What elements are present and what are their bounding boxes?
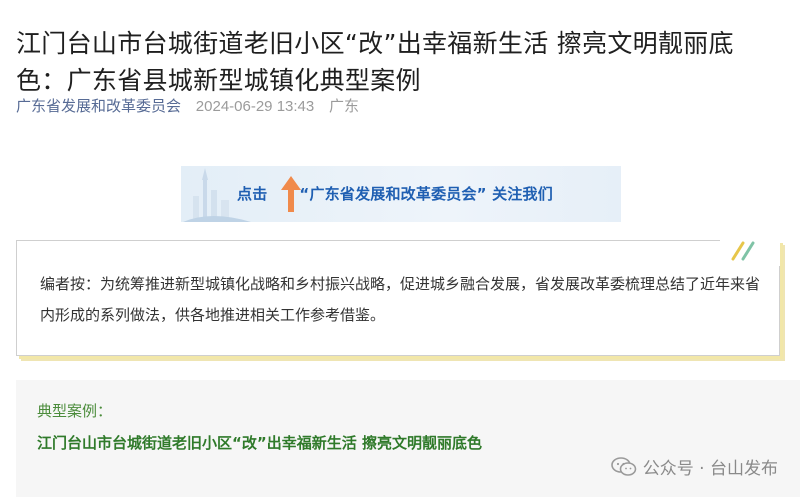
article-meta: 广东省发展和改革委员会 2024-06-29 13:43 广东 <box>16 96 359 117</box>
case-label: 典型案例： <box>37 402 113 420</box>
case-block: 典型案例： 江门台山市台城街道老旧小区“改”出幸福新生活 擦亮文明靓丽底色 公众… <box>16 380 800 497</box>
banner-follow-text: “广东省发展和改革委员会” 关注我们 <box>299 185 553 203</box>
wechat-watermark: 公众号 · 台山发布 <box>610 454 778 479</box>
watermark-text: 公众号 · 台山发布 <box>642 459 778 479</box>
follow-banner[interactable]: 点击 “广东省发展和改革委员会” 关注我们 <box>181 166 621 222</box>
editor-note-card: 编者按：为统筹推进新型城镇化战略和乡村振兴战略，促进城乡融合发展，省发展改革委梳… <box>16 240 780 356</box>
banner-click-label: 点击 <box>237 185 268 203</box>
banner-text: 点击 “广东省发展和改革委员会” 关注我们 <box>237 183 553 204</box>
article-title: 江门台山市台城街道老旧小区“改”出幸福新生活 擦亮文明靓丽底色：广东省县城新型城… <box>16 28 734 95</box>
wechat-icon <box>610 456 637 476</box>
editor-note-text: 编者按：为统筹推进新型城镇化战略和乡村振兴战略，促进城乡融合发展，省发展改革委梳… <box>40 275 761 324</box>
account-name-link[interactable]: 广东省发展和改革委员会 <box>16 97 181 115</box>
publish-region: 广东 <box>329 97 360 115</box>
double-slash-decoration-icon <box>731 241 755 261</box>
case-title-link[interactable]: 江门台山市台城街道老旧小区“改”出幸福新生活 擦亮文明靓丽底色 <box>37 432 482 453</box>
publish-date: 2024-06-29 13:43 <box>195 98 315 115</box>
